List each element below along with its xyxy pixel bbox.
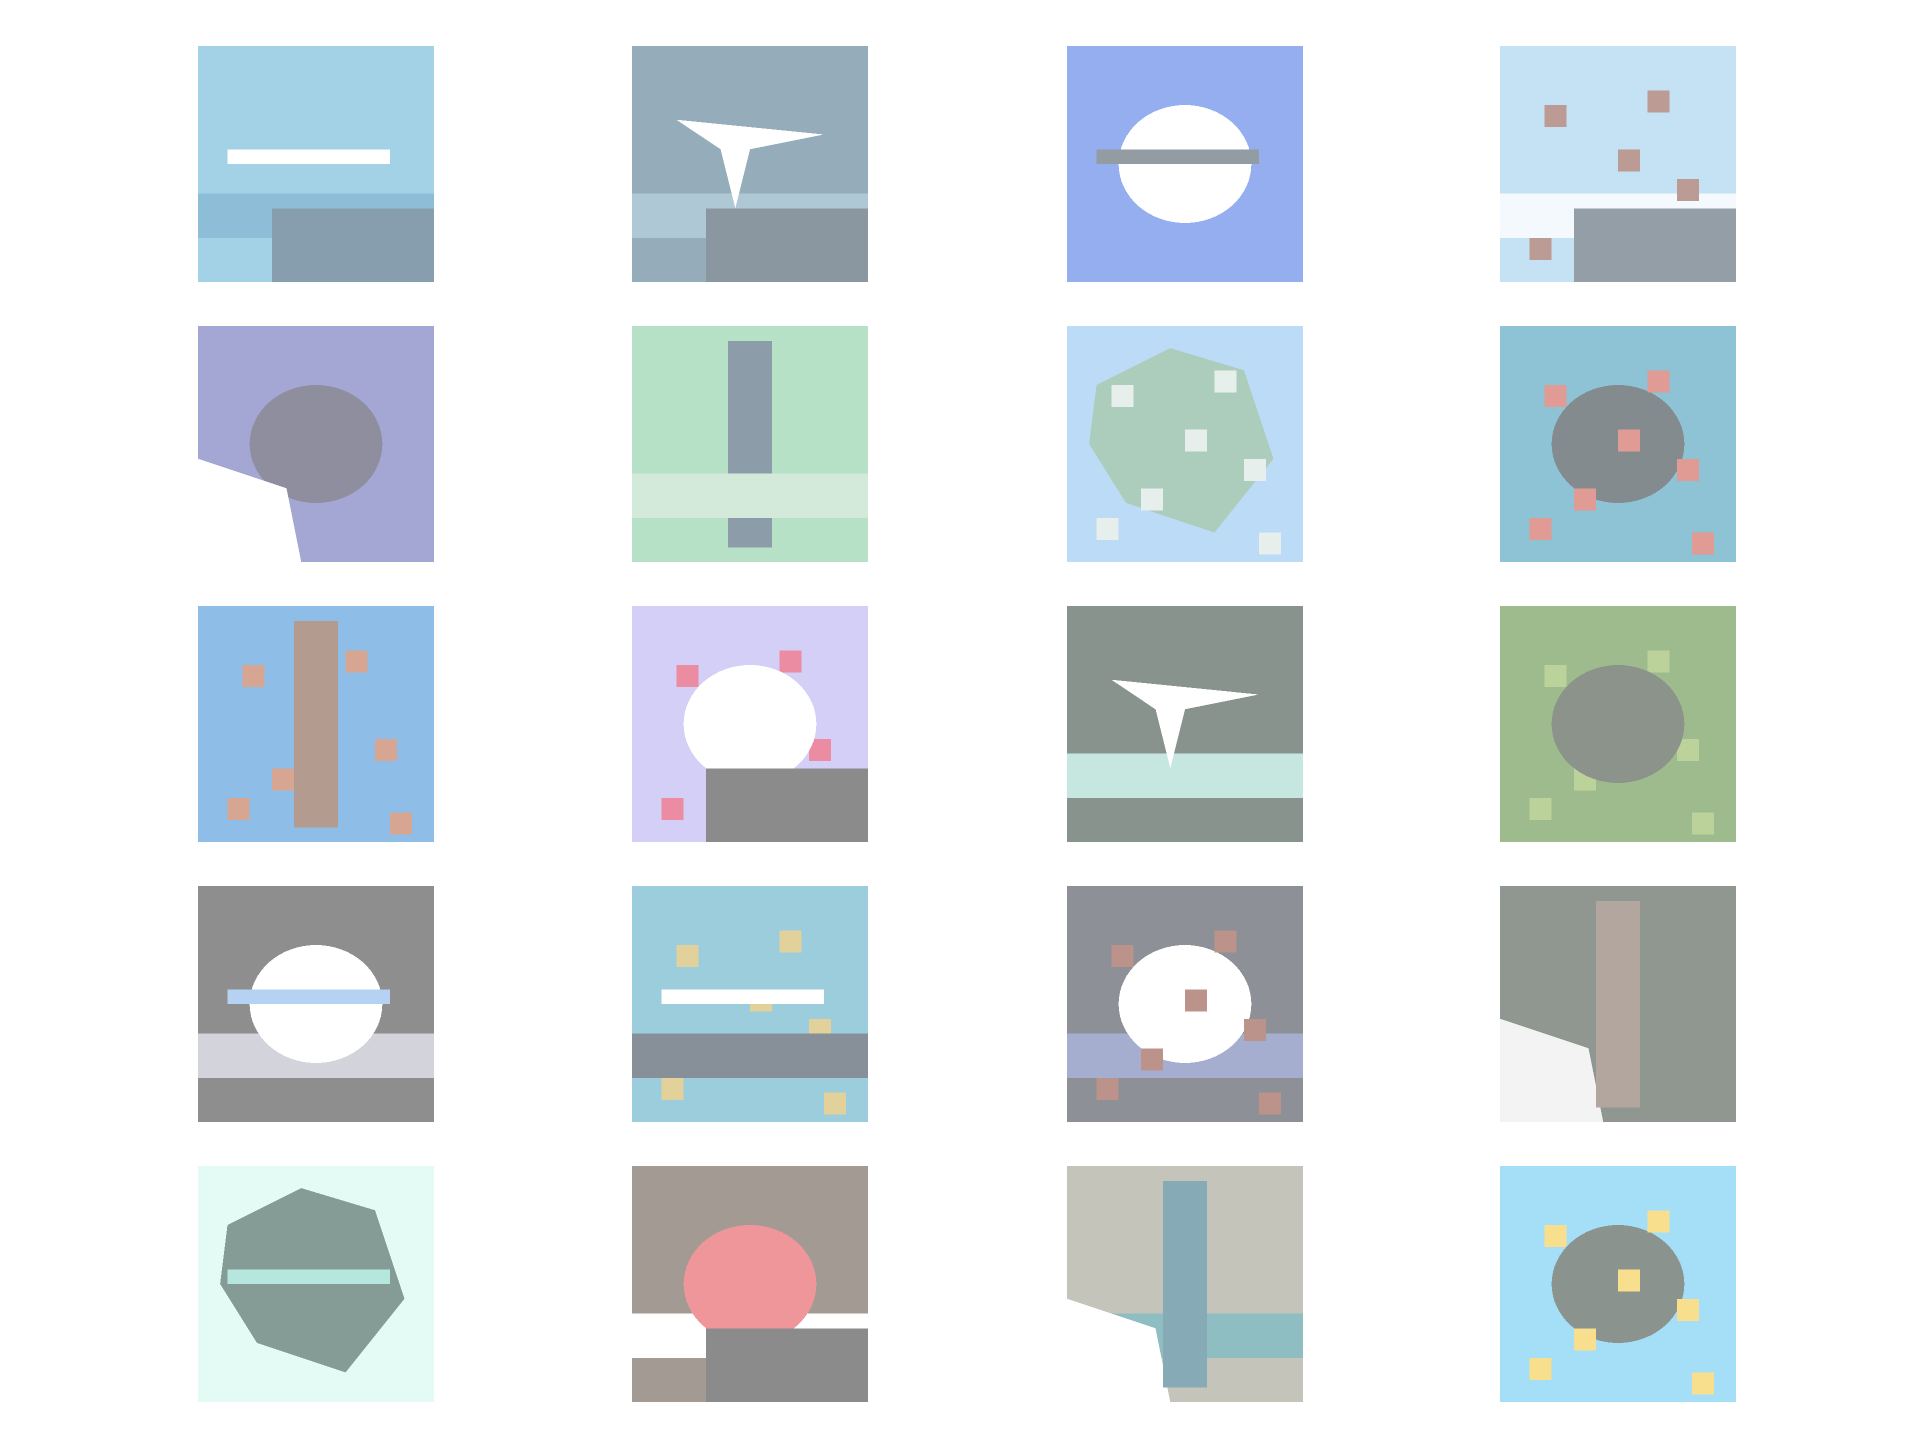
tile-r3c4-green-foliage (1500, 606, 1736, 842)
tile-r1c4-ship-sky (1500, 46, 1736, 282)
tile-r2c2-green-trunk (632, 326, 868, 562)
tile-r3c1-branches-blue (198, 606, 434, 842)
tile-r1c1-water-scene (198, 46, 434, 282)
tile-r2c1-boat-purple (198, 326, 434, 562)
tile-r5c3-teal-and-gray (1067, 1166, 1303, 1402)
image-grid (0, 0, 1920, 1440)
tile-r1c2-plane-over-sea (632, 46, 868, 282)
tile-r4c4-dark-olive (1500, 886, 1736, 1122)
tile-r5c2-red-machine (632, 1166, 868, 1402)
tile-r1c3-white-vehicle-blue-sky (1067, 46, 1303, 282)
tile-r4c1-gray-white-dark (198, 886, 434, 1122)
tile-r2c4-colorful-object-teal (1500, 326, 1736, 562)
tile-r5c1-mint-shape (198, 1166, 434, 1402)
tile-r2c3-rock-light-sky (1067, 326, 1303, 562)
tile-r4c3-dark-white-animal (1067, 886, 1303, 1122)
tile-r3c2-red-white-lavender (632, 606, 868, 842)
tile-r5c4-creature-blue-sky (1500, 1166, 1736, 1402)
tile-r3c3-dark-scene (1067, 606, 1303, 842)
tile-r4c2-yellow-on-teal (632, 886, 868, 1122)
